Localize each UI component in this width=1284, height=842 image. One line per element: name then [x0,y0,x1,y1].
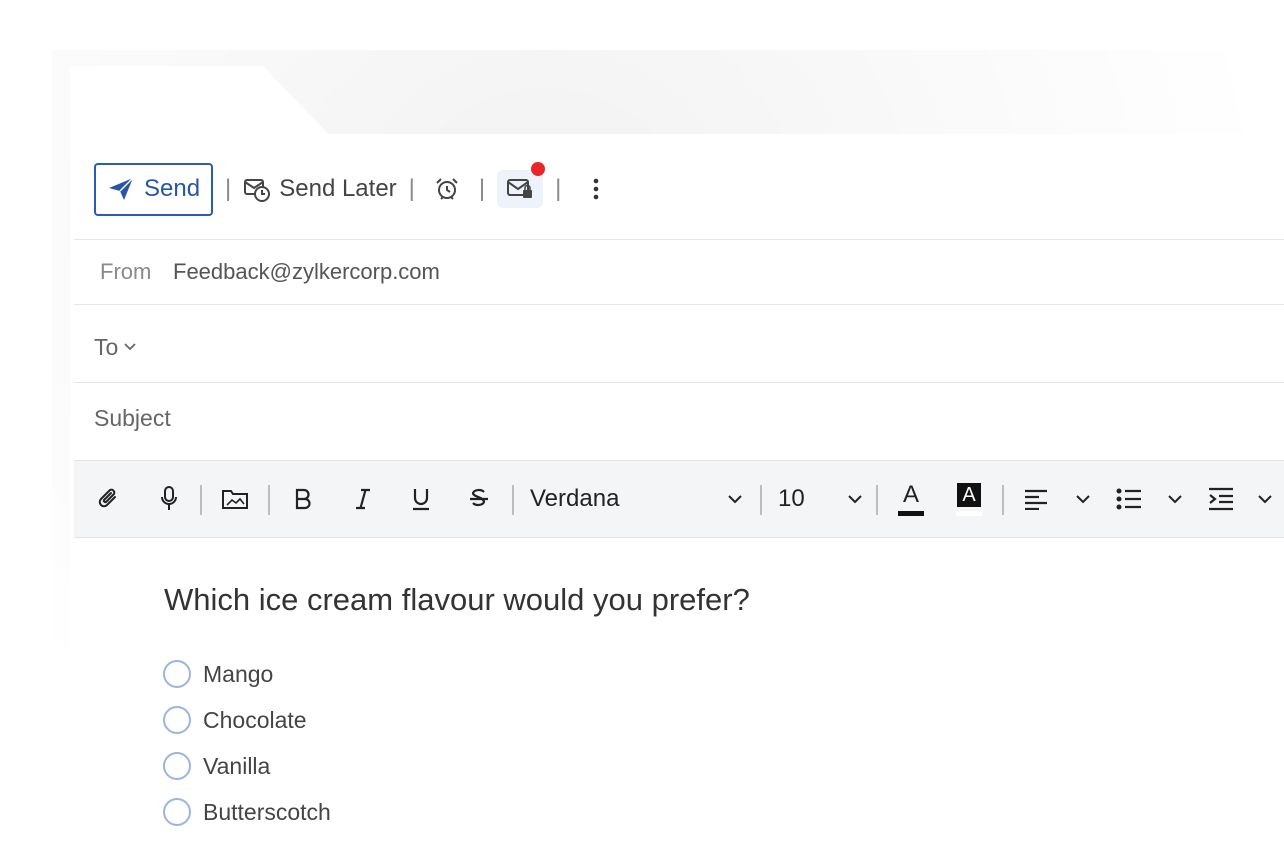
highlight-color-button[interactable]: A [954,461,984,537]
insert-image-button[interactable] [218,461,252,537]
subject-field[interactable]: Subject [94,405,1274,439]
option-label: Butterscotch [203,798,331,825]
divider [74,382,1284,383]
indent-icon [1209,487,1233,511]
bulleted-list-icon [1116,488,1141,510]
voice-button[interactable] [154,461,184,537]
toolbar-divider [268,485,270,515]
option-label: Mango [203,660,274,687]
more-vertical-icon [594,178,599,200]
to-field[interactable]: To [94,330,1274,364]
chevron-down-icon [848,494,862,503]
poll-question: Which ice cream flavour would you prefer… [164,582,750,617]
toolbar-divider [1002,485,1004,515]
align-dropdown[interactable] [1024,461,1090,537]
reminder-button[interactable] [427,176,467,202]
from-address[interactable]: Feedback@zylkercorp.com [173,259,440,285]
attach-button[interactable] [94,461,124,537]
microphone-icon [161,486,177,510]
indent-dropdown[interactable] [1208,461,1272,537]
toolbar-separator: | [225,175,232,202]
folder-image-icon [222,490,248,509]
chevron-down-icon [1076,494,1090,503]
more-options-button[interactable] [581,178,611,200]
font-size-value: 10 [778,485,805,512]
send-later-button[interactable]: Send Later [243,175,397,203]
poll-option[interactable]: Vanilla [163,752,270,780]
underline-button[interactable] [406,461,436,537]
toolbar-divider [512,485,514,515]
divider [74,239,1284,240]
bold-icon [295,488,311,510]
send-button[interactable]: Send [94,162,213,216]
option-label: Vanilla [203,752,271,779]
alarm-clock-icon [436,178,458,200]
bold-button[interactable] [288,461,318,537]
send-label: Send [144,175,201,202]
schedule-mail-icon [244,179,271,202]
list-dropdown[interactable] [1116,461,1182,537]
chevron-down-icon [1258,494,1272,503]
italic-button[interactable] [348,461,378,537]
compose-toolbar: Send | Send Later | | | [94,161,611,217]
paperclip-icon [98,488,116,508]
notification-dot [531,162,546,176]
text-color-swatch [898,510,924,516]
underline-icon [413,489,429,511]
font-family-value: Verdana [530,485,620,512]
toolbar-divider [876,485,878,515]
chevron-down-icon [728,494,742,503]
toolbar-divider [760,485,762,515]
toolbar-separator: | [555,175,562,202]
from-label: From [100,259,152,284]
send-icon [109,177,134,200]
highlight-color-icon: A [957,482,981,507]
chevron-down-icon [1168,494,1182,503]
highlight-color-swatch [956,510,982,516]
secure-mail-icon [507,179,533,198]
strikethrough-icon [470,488,488,507]
poll-option[interactable]: Mango [163,660,273,688]
toolbar-divider [200,485,202,515]
formatting-toolbar: Verdana 10 A A [74,460,1284,538]
secure-mail-button[interactable] [497,162,546,208]
toolbar-separator: | [408,175,415,202]
strikethrough-button[interactable] [464,461,494,537]
chevron-down-icon [124,343,136,351]
radio-button[interactable] [163,752,191,780]
send-later-label: Send Later [279,175,397,202]
font-family-select[interactable]: Verdana [530,461,742,537]
radio-button[interactable] [163,706,191,734]
font-size-select[interactable]: 10 [778,461,862,537]
radio-button[interactable] [163,798,191,826]
subject-label: Subject [94,405,171,431]
poll-option[interactable]: Chocolate [163,706,307,734]
to-label: To [94,333,119,360]
radio-button[interactable] [163,660,191,688]
italic-icon [356,488,370,510]
poll-option[interactable]: Butterscotch [163,798,331,826]
option-label: Chocolate [203,706,307,733]
text-color-icon: A [902,480,919,508]
align-left-icon [1025,489,1047,510]
compose-tab [70,66,330,136]
text-color-button[interactable]: A [896,461,926,537]
toolbar-separator: | [478,175,486,202]
divider [74,304,1284,305]
